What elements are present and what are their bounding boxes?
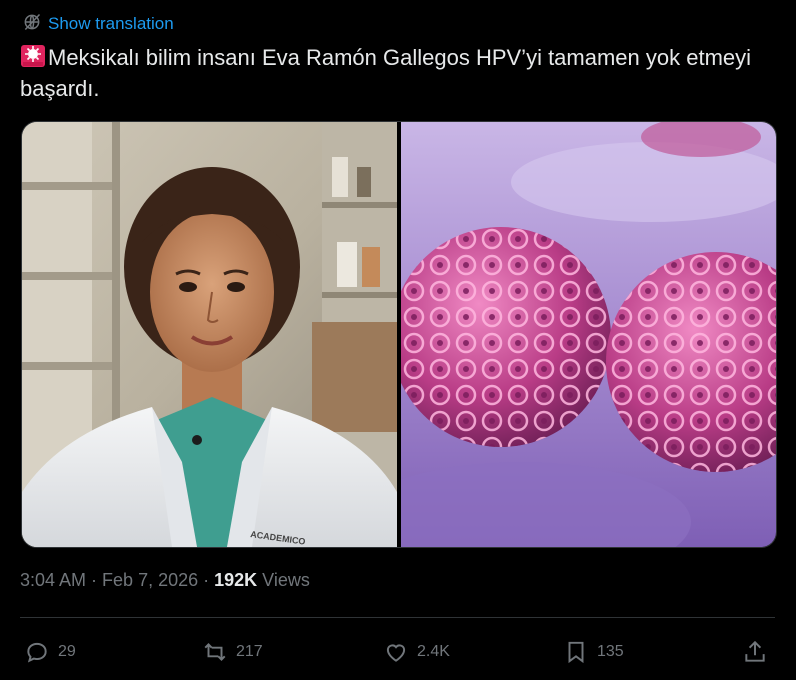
share-button[interactable] [742, 634, 768, 670]
tweet-body: Meksikalı bilim insanı Eva Ramón Gallego… [20, 45, 752, 101]
show-translation-label: Show translation [48, 14, 174, 33]
reply-button[interactable]: 29 [24, 634, 76, 670]
share-icon [745, 640, 765, 662]
police-light-emoji [21, 45, 45, 67]
reply-icon [27, 642, 47, 663]
bookmark-count: 135 [597, 643, 624, 660]
meta-separator-2: · [203, 570, 210, 590]
tweet-media[interactable]: ACADEMICO [21, 121, 777, 548]
globe-slash-icon [22, 12, 42, 37]
repost-button[interactable]: 217 [202, 634, 263, 670]
repost-icon [204, 643, 226, 661]
hpv-virus-image[interactable] [401, 122, 776, 547]
bookmark-icon [568, 641, 584, 664]
reply-count: 29 [58, 643, 76, 660]
views-count: 192K [214, 570, 258, 590]
tweet-text: Meksikalı bilim insanı Eva Ramón Gallego… [20, 42, 760, 104]
divider [20, 617, 775, 618]
like-button[interactable]: 2.4K [383, 634, 450, 670]
bookmark-button[interactable]: 135 [563, 634, 624, 670]
like-count: 2.4K [417, 643, 450, 660]
tweet-time[interactable]: 3:04 AM [20, 570, 86, 591]
meta-separator: · [91, 570, 98, 590]
show-translation-link[interactable]: Show translation [22, 12, 174, 36]
heart-icon [386, 644, 406, 662]
tweet-meta: 3:04 AM · Feb 7, 2026 · 192K Views [20, 570, 310, 591]
views-label: Views [262, 570, 310, 590]
action-bar: 29 217 2.4K 135 [20, 634, 770, 670]
scientist-photo[interactable]: ACADEMICO [22, 122, 397, 547]
tweet-date[interactable]: Feb 7, 2026 [102, 570, 198, 591]
repost-count: 217 [236, 643, 263, 660]
